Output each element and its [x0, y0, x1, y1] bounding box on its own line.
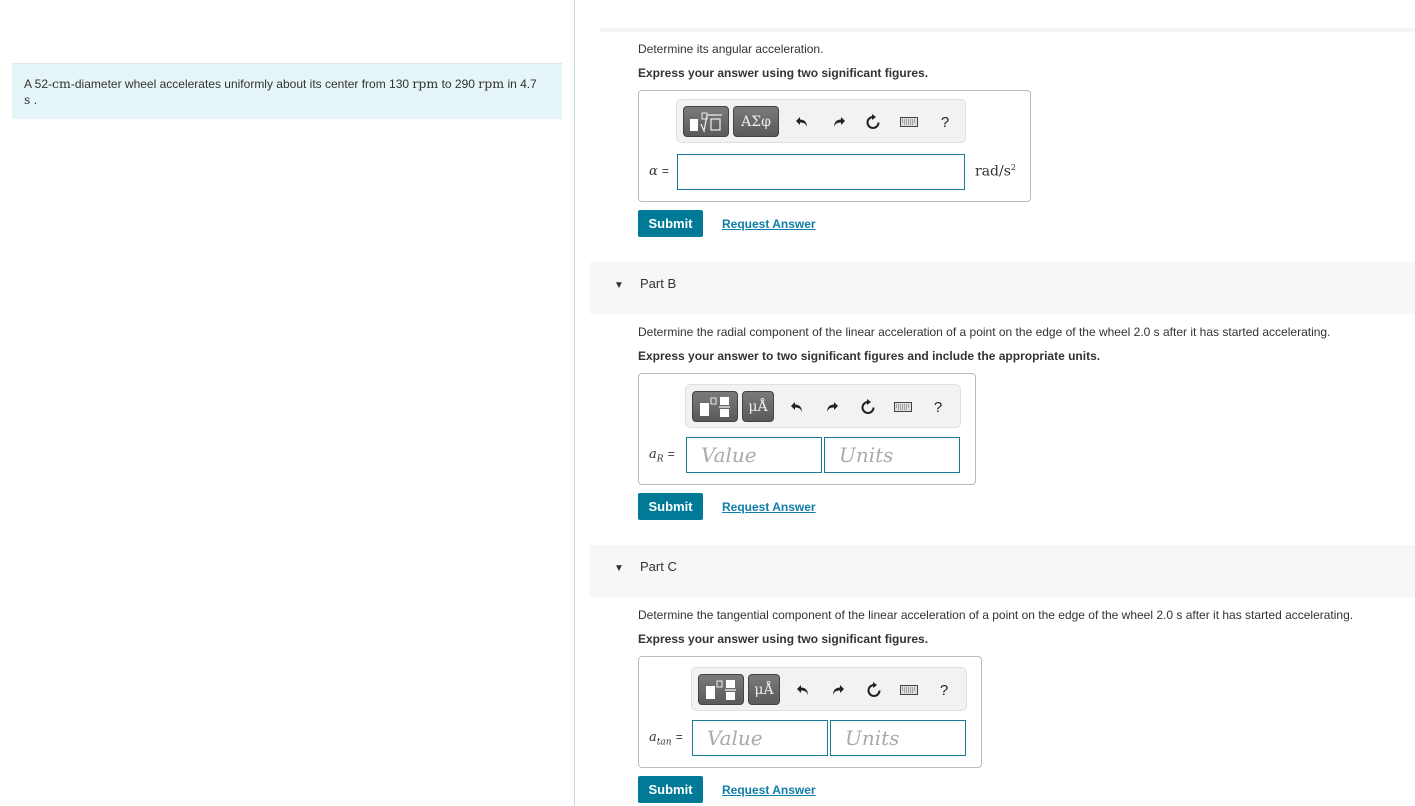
- unit-rpm: rpm: [412, 76, 439, 91]
- units-button[interactable]: μÅ: [742, 391, 774, 422]
- a-tan-label: atan =: [649, 730, 683, 748]
- part-b-title: Part B: [640, 276, 677, 291]
- equals-sign: =: [661, 164, 669, 178]
- equals-sign: =: [667, 447, 675, 461]
- part-c-submit-button[interactable]: Submit: [638, 776, 703, 803]
- part-c-request-answer-link[interactable]: Request Answer: [722, 783, 816, 797]
- part-a-header-strip: [600, 28, 1415, 32]
- part-c-instruction: Express your answer using two significan…: [638, 632, 929, 646]
- alpha-input[interactable]: [677, 154, 965, 190]
- variable-symbol: a: [649, 730, 657, 745]
- help-button[interactable]: ?: [928, 397, 948, 417]
- help-button[interactable]: ?: [934, 680, 954, 700]
- problem-text: to 290: [438, 77, 479, 91]
- caret-down-icon: ▼: [614, 280, 624, 291]
- equals-sign: =: [675, 730, 683, 744]
- variable-subscript: R: [656, 454, 664, 465]
- part-b-header[interactable]: ▼ Part B: [590, 262, 1415, 314]
- fraction-template-icon: [706, 679, 736, 700]
- greek-symbols-button[interactable]: ΑΣφ: [733, 106, 779, 137]
- fraction-template-icon: [700, 396, 730, 417]
- unit-cm: cm: [52, 76, 71, 91]
- undo-icon[interactable]: [793, 680, 813, 700]
- problem-text: .: [30, 93, 38, 107]
- caret-down-icon: ▼: [614, 563, 624, 574]
- variable-subscript: tan: [656, 737, 672, 748]
- reset-icon[interactable]: [858, 397, 878, 417]
- problem-pane: A 52-cm-diameter wheel accelerates unifo…: [0, 0, 575, 806]
- undo-icon[interactable]: [792, 112, 812, 132]
- redo-icon[interactable]: [829, 112, 849, 132]
- problem-text: in 4.7: [504, 77, 537, 91]
- part-b-submit-button[interactable]: Submit: [638, 493, 703, 520]
- part-a-question: Determine its angular acceleration.: [638, 42, 824, 56]
- part-a-answer-box: ΑΣφ ? α = rad/s2: [638, 90, 1031, 202]
- part-a-instruction: Express your answer using two significan…: [638, 66, 929, 80]
- help-button[interactable]: ?: [935, 112, 955, 132]
- undo-icon[interactable]: [787, 397, 807, 417]
- variable-symbol: α: [649, 164, 658, 179]
- value-input[interactable]: Value: [692, 720, 828, 756]
- reset-icon[interactable]: [864, 680, 884, 700]
- part-a-submit-button[interactable]: Submit: [638, 210, 703, 237]
- keyboard-icon[interactable]: [893, 397, 913, 417]
- unit-label: rad/s2: [975, 163, 1016, 180]
- part-c-header[interactable]: ▼ Part C: [590, 545, 1415, 597]
- templates-button[interactable]: [683, 106, 729, 137]
- problem-text: A 52-: [24, 77, 53, 91]
- unit-exponent: 2: [1010, 163, 1016, 172]
- templates-button[interactable]: [698, 674, 744, 705]
- problem-text: -diameter wheel accelerates uniformly ab…: [70, 77, 413, 91]
- root-template-icon: [690, 112, 722, 133]
- part-a-math-toolbar: ΑΣφ ?: [676, 99, 966, 143]
- unit-base: rad/s: [975, 163, 1011, 180]
- part-a-request-answer-link[interactable]: Request Answer: [722, 217, 816, 231]
- variable-symbol: a: [649, 447, 657, 462]
- part-b-answer-box: μÅ ? aR = Value Units: [638, 373, 976, 485]
- units-input[interactable]: Units: [824, 437, 960, 473]
- reset-icon[interactable]: [863, 112, 883, 132]
- part-b-question: Determine the radial component of the li…: [638, 325, 1331, 339]
- redo-icon[interactable]: [828, 680, 848, 700]
- part-b-request-answer-link[interactable]: Request Answer: [722, 500, 816, 514]
- part-c-answer-box: μÅ ? atan = Value Units: [638, 656, 982, 768]
- units-input[interactable]: Units: [830, 720, 966, 756]
- a-r-label: aR =: [649, 447, 675, 465]
- keyboard-icon[interactable]: [899, 680, 919, 700]
- part-c-title: Part C: [640, 559, 677, 574]
- keyboard-icon[interactable]: [899, 112, 919, 132]
- alpha-label: α =: [649, 164, 669, 179]
- value-input[interactable]: Value: [686, 437, 822, 473]
- part-c-question: Determine the tangential component of th…: [638, 608, 1354, 622]
- parts-pane: Determine its angular acceleration. Expr…: [576, 0, 1415, 806]
- redo-icon[interactable]: [822, 397, 842, 417]
- part-b-math-toolbar: μÅ ?: [685, 384, 961, 428]
- part-c-math-toolbar: μÅ ?: [691, 667, 967, 711]
- units-button[interactable]: μÅ: [748, 674, 780, 705]
- unit-rpm: rpm: [478, 76, 505, 91]
- templates-button[interactable]: [692, 391, 738, 422]
- part-b-instruction: Express your answer to two significant f…: [638, 349, 1101, 363]
- problem-statement: A 52-cm-diameter wheel accelerates unifo…: [12, 63, 562, 119]
